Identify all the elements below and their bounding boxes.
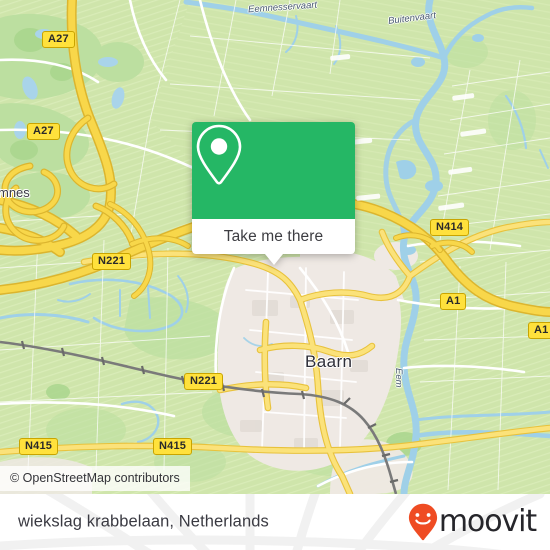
map-pin-icon xyxy=(196,124,242,185)
road-shield-n221-west[interactable]: N221 xyxy=(92,253,132,270)
footer-bar: wiekslag krabbelaan, Netherlands moovit xyxy=(0,494,550,550)
road-shield-a1-west[interactable]: A1 xyxy=(440,293,467,310)
road-shield-a27-south[interactable]: A27 xyxy=(27,123,60,140)
road-shield-a1-east[interactable]: A1 xyxy=(528,322,550,339)
map-canvas[interactable]: A27 A27 N221 N221 N415 N415 N414 A1 A1 B… xyxy=(0,0,550,494)
location-title: wiekslag krabbelaan, Netherlands xyxy=(18,512,269,531)
callout-pin-panel xyxy=(192,122,355,219)
road-shield-a27-north[interactable]: A27 xyxy=(42,31,75,48)
moovit-map-page: A27 A27 N221 N221 N415 N415 N414 A1 A1 B… xyxy=(0,0,550,550)
road-shield-n415-west[interactable]: N415 xyxy=(19,438,59,455)
callout-tail xyxy=(264,254,283,265)
osm-attribution[interactable]: © OpenStreetMap contributors xyxy=(0,466,190,491)
moovit-wordmark: moovit xyxy=(438,504,537,539)
callout-action-panel[interactable]: Take me there xyxy=(192,219,355,254)
map-label-eem: Eem xyxy=(393,368,404,388)
destination-callout-card[interactable]: Take me there xyxy=(192,122,355,265)
road-shield-n415-east[interactable]: N415 xyxy=(153,438,193,455)
moovit-pin-smiley-icon xyxy=(408,503,437,541)
map-label-eemnes: mnes xyxy=(0,185,30,200)
road-shield-n414[interactable]: N414 xyxy=(430,219,470,236)
map-label-baarn: Baarn xyxy=(305,352,353,371)
take-me-there-label: Take me there xyxy=(223,227,324,245)
road-shield-n221-south[interactable]: N221 xyxy=(184,373,224,390)
moovit-logo[interactable]: moovit xyxy=(408,503,537,541)
